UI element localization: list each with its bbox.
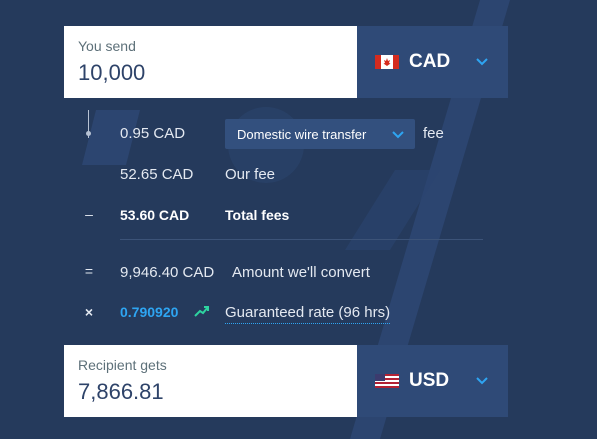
total-fees-label: Total fees bbox=[225, 207, 290, 223]
canada-flag-icon bbox=[375, 55, 399, 69]
chevron-down-icon bbox=[476, 58, 488, 66]
chevron-down-icon bbox=[476, 377, 488, 385]
total-fees-value: 53.60 CAD bbox=[120, 207, 190, 223]
divider bbox=[120, 239, 483, 240]
send-amount-input[interactable]: 10,000 bbox=[78, 60, 343, 86]
convert-amount-label: Amount we'll convert bbox=[232, 264, 370, 281]
trend-up-icon bbox=[194, 306, 209, 317]
receive-amount-label: Recipient gets bbox=[78, 357, 167, 373]
transfer-fee-value: 0.95 CAD bbox=[120, 125, 186, 142]
fee-connector-dot bbox=[86, 131, 91, 136]
our-fee-label: Our fee bbox=[225, 166, 276, 183]
exchange-rate-value: 0.790920 bbox=[120, 304, 179, 320]
receive-currency-code: USD bbox=[409, 370, 450, 391]
us-flag-icon bbox=[375, 374, 399, 388]
convert-amount-value: 9,946.40 CAD bbox=[120, 264, 215, 281]
guaranteed-rate-label: Guaranteed rate (96 hrs) bbox=[225, 304, 391, 324]
send-currency-code: CAD bbox=[409, 51, 451, 72]
receive-amount-row: Recipient gets 7,866.81 USD bbox=[64, 345, 508, 417]
payment-method-label: Domestic wire transfer bbox=[237, 126, 367, 142]
send-amount-field[interactable]: You send 10,000 bbox=[64, 26, 357, 98]
receive-currency-select[interactable]: USD bbox=[357, 345, 508, 417]
chevron-down-icon bbox=[392, 131, 404, 139]
guaranteed-rate-link[interactable]: Guaranteed rate (96 hrs) bbox=[225, 304, 391, 324]
fee-suffix-label: fee bbox=[423, 125, 444, 142]
send-amount-label: You send bbox=[78, 38, 136, 54]
send-amount-row: You send 10,000 CAD bbox=[64, 26, 508, 98]
receive-amount-field[interactable]: Recipient gets 7,866.81 bbox=[64, 345, 357, 417]
send-currency-select[interactable]: CAD bbox=[357, 26, 508, 98]
our-fee-value: 52.65 CAD bbox=[120, 166, 194, 183]
times-operator: × bbox=[84, 304, 94, 320]
payment-method-select[interactable]: Domestic wire transfer bbox=[225, 119, 415, 149]
receive-amount-input[interactable]: 7,866.81 bbox=[78, 379, 343, 405]
equals-operator: = bbox=[84, 263, 94, 279]
minus-operator: – bbox=[85, 206, 93, 222]
